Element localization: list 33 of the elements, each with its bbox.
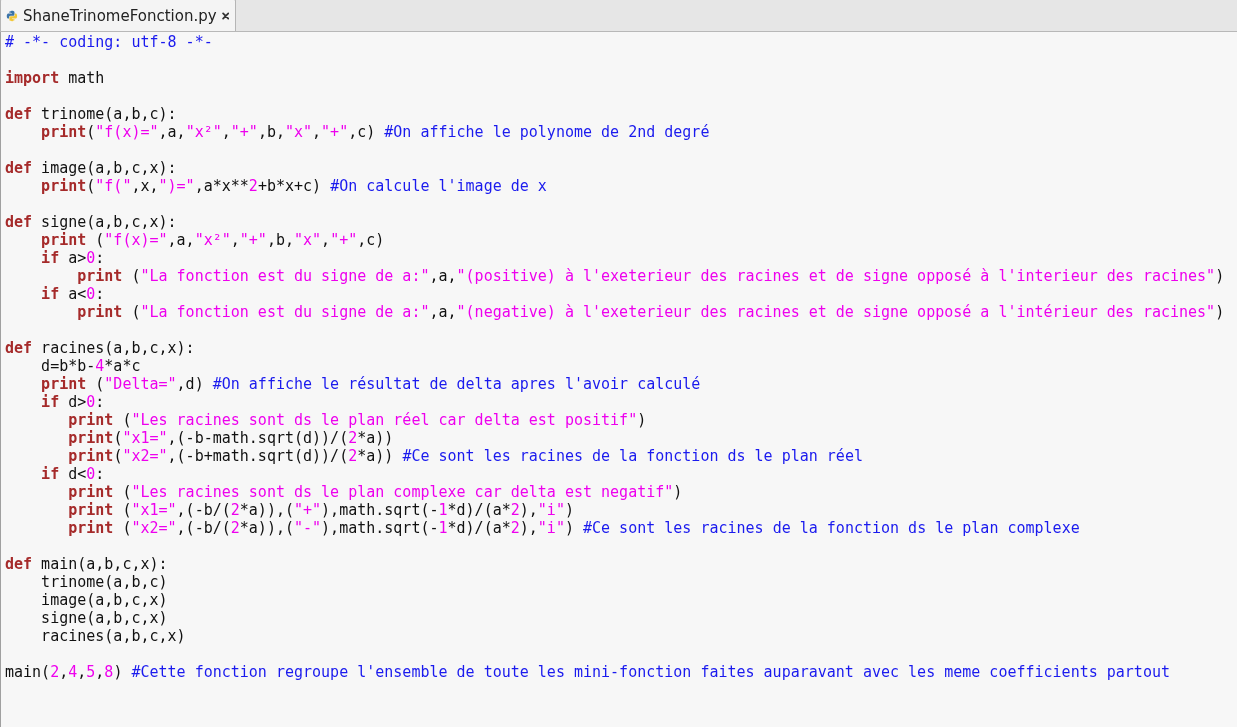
close-icon[interactable] [221,10,229,21]
code-line: def racines(a,b,c,x): [5,339,195,357]
code-line: # -*- coding: utf-8 -*- [5,33,213,51]
code-editor[interactable] [0,32,1237,727]
code-line: trinome(a,b,c) [40,573,168,591]
code-line: d=b*b-4*a*c [40,357,141,375]
code-line: print ("Les racines sont ds le plan complexe car delta est negatif") [67,483,683,501]
code-line: image(a,b,c,x) [40,591,168,609]
code-line: import math [5,69,105,87]
code-line: print ("Delta=",d) #On affiche le résultat de delta apres l'avoir calculé [40,375,701,393]
code-line: print ("f(x)=",a,"x²","+",b,"x","+",c) [40,231,385,249]
code-line: if d<0: [40,465,105,483]
code-line: print ("x2=",(-b/(2*a)),("-"),math.sqrt(-1*d)/(a*2),"i") #Ce sont les racines de la fonction ds le plan complexe [67,519,1080,537]
code-line: print("x1=",(-b-math.sqrt(d))/(2*a)) [67,429,394,447]
tab-title: ShaneTrinomeFonction.py [22,6,217,25]
code-line: def trinome(a,b,c): [5,105,177,123]
code-line: def signe(a,b,c,x): [5,213,177,231]
code-line: print ("x1=",(-b/(2*a)),("+"),math.sqrt(-1*d)/(a*2),"i") [67,501,574,519]
code-line: if a>0: [40,249,105,267]
file-tab[interactable]: ShaneTrinomeFonction.py [0,0,236,31]
code-line: racines(a,b,c,x) [40,627,186,645]
code-line: print ("La fonction est du signe de a:",a,"(positive) à l'exeterieur des racines et de signe opposé à l'interieur des racines") [76,267,1225,285]
code-line: print ("Les racines sont ds le plan réel car delta est positif") [67,411,647,429]
code-line: def image(a,b,c,x): [5,159,177,177]
code-line: def main(a,b,c,x): [5,555,168,573]
code-line: print ("La fonction est du signe de a:",a,"(negative) à l'exeterieur des racines et de signe opposé a l'intérieur des racines") [76,303,1225,321]
code-line: signe(a,b,c,x) [40,609,168,627]
code-line: if d>0: [40,393,105,411]
code-line: main(2,4,5,8) #Cette fonction regroupe l'ensemble de toute les mini-fonction faites auparavant avec les meme coefficients partout [5,663,1170,681]
code-line: print("f(",x,")=",a*x**2+b*x+c) #On calcule l'image de x [40,177,547,195]
code-line: print("x2=",(-b+math.sqrt(d))/(2*a)) #Ce sont les racines de la fonction ds le plan réel [67,447,863,465]
code-line: print("f(x)=",a,"x²","+",b,"x","+",c) #On affiche le polynome de 2nd degré [40,123,710,141]
code-line: if a<0: [40,285,105,303]
